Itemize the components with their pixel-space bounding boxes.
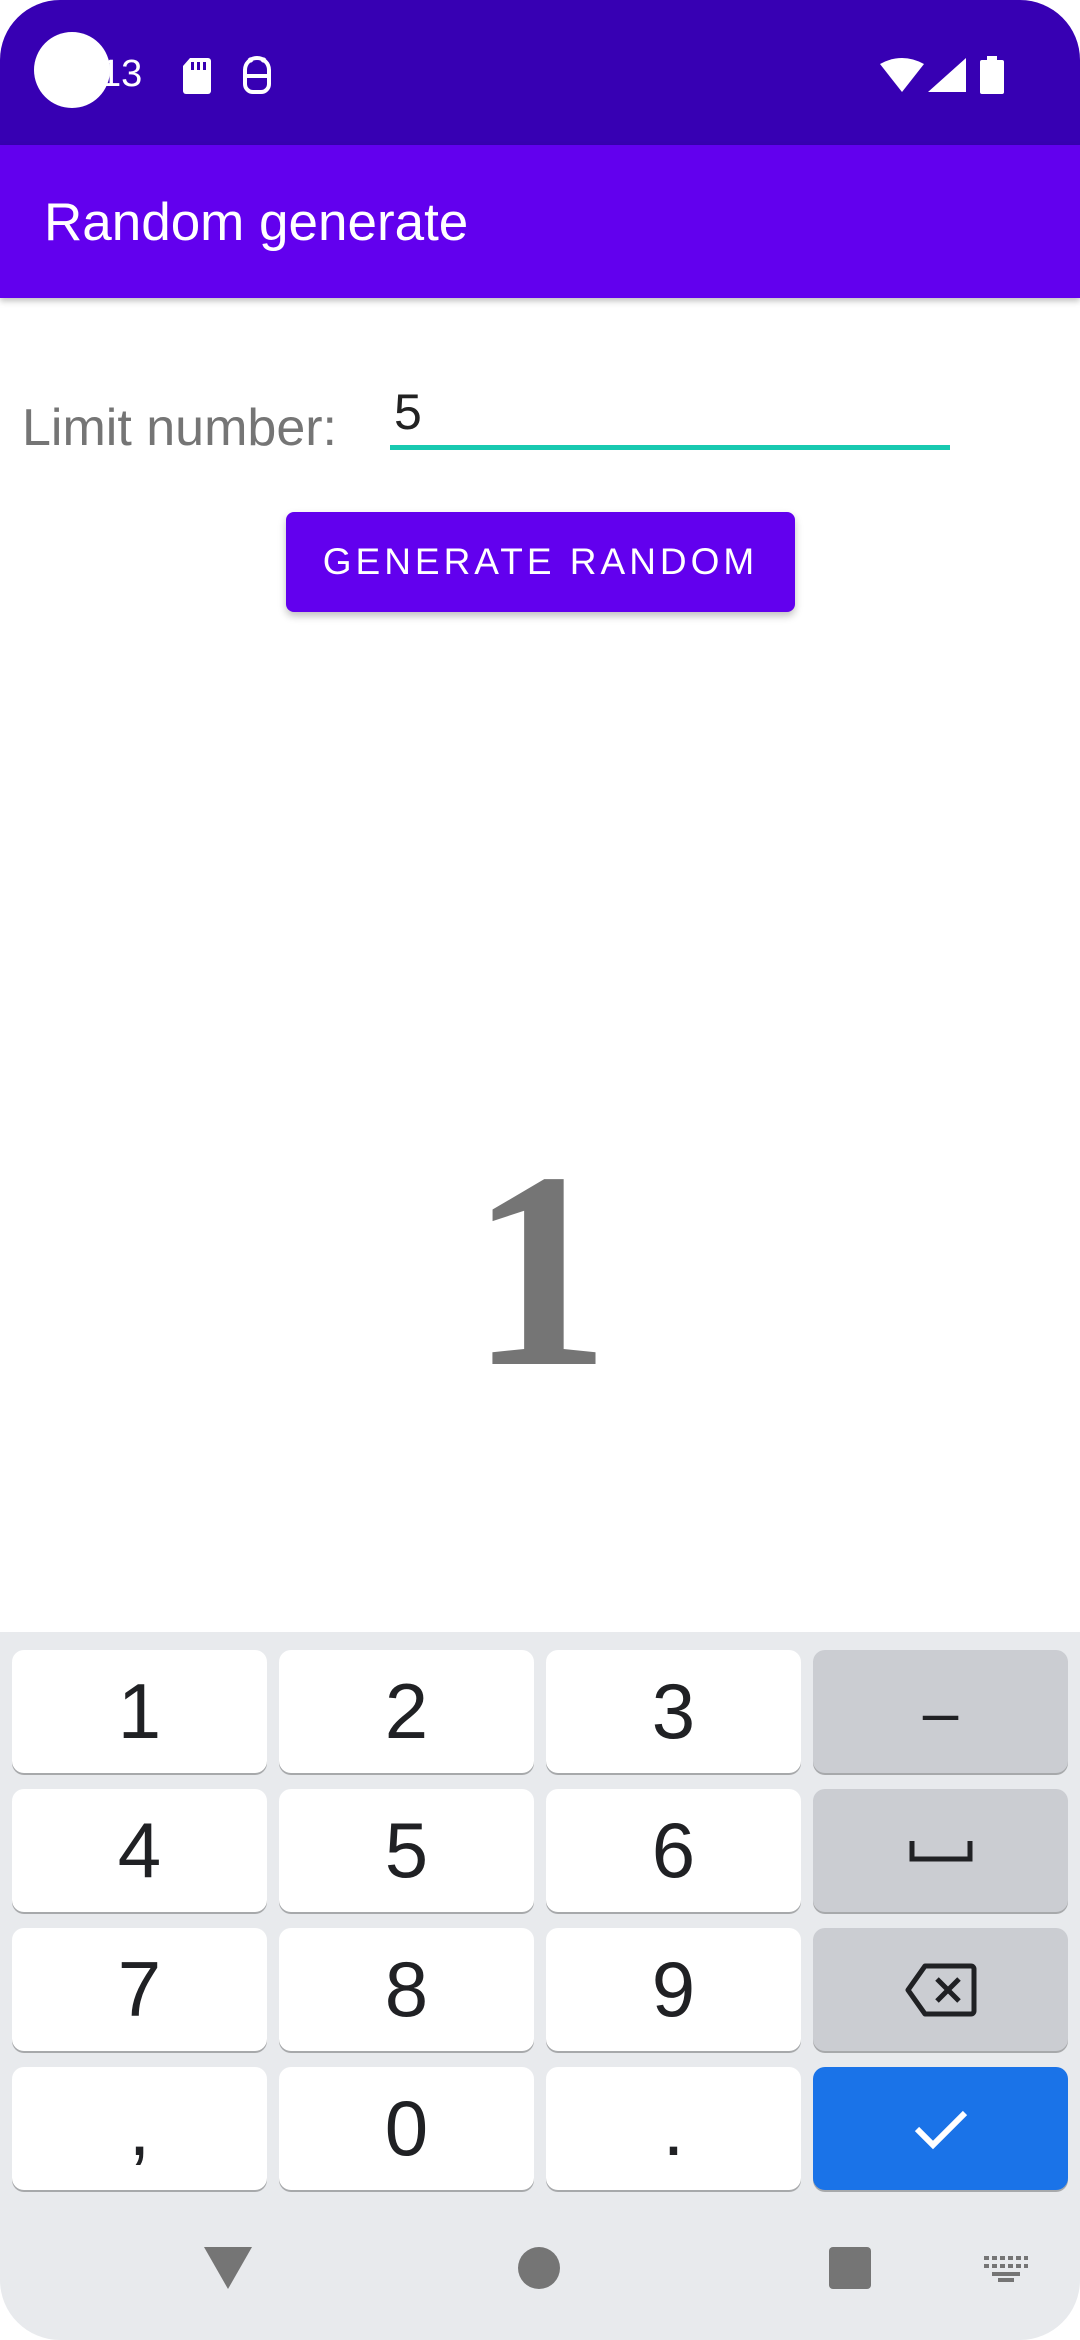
limit-number-input[interactable] [390, 378, 950, 450]
recents-icon[interactable] [829, 2247, 871, 2289]
check-icon [914, 2110, 967, 2149]
generate-random-button[interactable]: GENERATE RANDOM [286, 512, 795, 612]
key-done[interactable] [813, 2067, 1068, 2190]
key-0[interactable]: 0 [279, 2067, 534, 2190]
keyboard-switch-icon[interactable] [984, 2256, 1028, 2282]
key-comma[interactable]: , [12, 2067, 267, 2190]
app-title: Random generate [44, 193, 469, 252]
status-time: 13 [100, 53, 143, 95]
signal-icon [928, 58, 966, 92]
random-result: 1 [470, 1114, 610, 1425]
android-debug-icon [243, 56, 271, 94]
battery-icon [980, 56, 1004, 94]
phone-screen: 13 Random generate Limit number: 5 GENER… [0, 0, 1080, 2340]
status-bar: 13 [0, 0, 1080, 145]
key-5[interactable]: 5 [279, 1789, 534, 1912]
limit-number-label: Limit number: [22, 399, 337, 457]
key-2[interactable]: 2 [279, 1650, 534, 1773]
key-7[interactable]: 7 [12, 1928, 267, 2051]
sd-card-icon [183, 58, 211, 94]
key-3[interactable]: 3 [546, 1650, 801, 1773]
key-8[interactable]: 8 [279, 1928, 534, 2051]
wifi-icon [880, 58, 924, 92]
key-1[interactable]: 1 [12, 1650, 267, 1773]
home-icon[interactable] [518, 2247, 560, 2289]
key-period[interactable]: . [546, 2067, 801, 2190]
key-minus[interactable]: – [813, 1650, 1068, 1773]
app-bar: Random generate [0, 145, 1080, 298]
key-9[interactable]: 9 [546, 1928, 801, 2051]
key-6[interactable]: 6 [546, 1789, 801, 1912]
space-icon [909, 1840, 972, 1861]
key-backspace[interactable] [813, 1928, 1068, 2051]
backspace-icon [905, 1963, 976, 2016]
camera-cutout [34, 32, 110, 108]
key-4[interactable]: 4 [12, 1789, 267, 1912]
numeric-keyboard: 1 2 3 – 4 5 6 7 8 9 , 0 . [0, 1632, 1080, 2340]
key-space[interactable] [813, 1789, 1068, 1912]
back-icon[interactable] [204, 2247, 252, 2289]
